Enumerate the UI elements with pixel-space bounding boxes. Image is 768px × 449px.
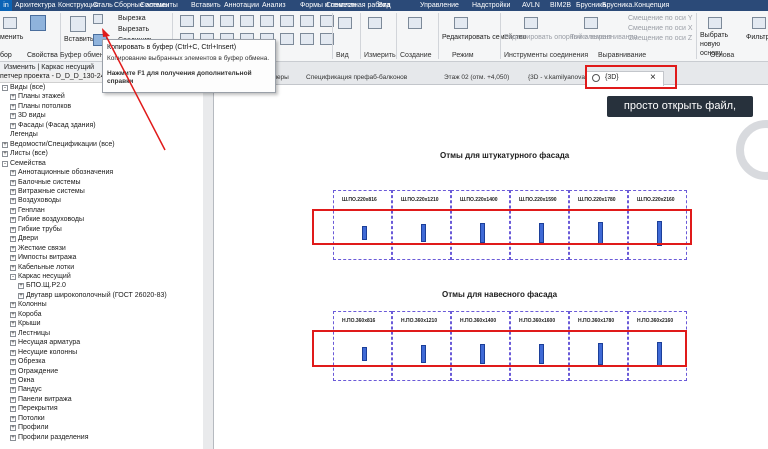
pointer-arrow-line <box>103 31 166 151</box>
pointer-arrow-head <box>102 28 110 37</box>
highlight-schedule1-box <box>312 209 692 245</box>
highlight-3d-tab-box <box>585 65 677 89</box>
highlight-schedule2-box <box>312 330 687 367</box>
annotation-overlay <box>102 28 692 367</box>
